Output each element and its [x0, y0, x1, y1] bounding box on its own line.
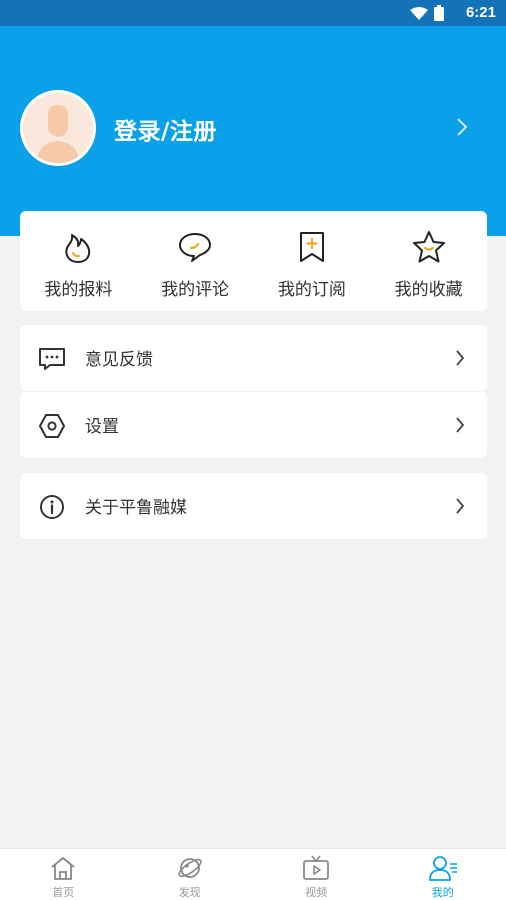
- tab-label: 视频: [305, 886, 328, 899]
- quick-actions-card: 我的报料 我的评论 我的订阅 我的收藏: [20, 211, 487, 311]
- menu-item-label: 意见反馈: [85, 350, 153, 370]
- quick-item-label: 我的报料: [44, 280, 113, 300]
- quick-item-my-comments[interactable]: 我的评论: [137, 211, 254, 311]
- wifi-icon: [410, 6, 428, 25]
- chevron-right-icon: [455, 349, 465, 371]
- chevron-right-icon: [455, 416, 465, 438]
- star-icon: [411, 229, 447, 265]
- user-icon: [428, 853, 458, 883]
- chevron-right-icon: [455, 497, 465, 519]
- tab-label: 发现: [178, 886, 201, 899]
- bottom-tab-bar: 首页 发现 视频 我的: [0, 848, 506, 900]
- tab-label: 我的: [431, 886, 454, 899]
- menu-item-label: 关于平鲁融媒: [85, 498, 187, 518]
- profile-header: 登录/注册: [0, 26, 506, 236]
- settings-card: 设置: [20, 392, 487, 458]
- tab-home[interactable]: 首页: [0, 849, 127, 900]
- battery-icon: [434, 5, 444, 25]
- chevron-right-icon[interactable]: [456, 117, 468, 141]
- tab-discover[interactable]: 发现: [127, 849, 254, 900]
- menu-item-settings[interactable]: 设置: [20, 392, 487, 458]
- message-dots-icon: [38, 345, 66, 373]
- status-bar: 6:21: [0, 0, 506, 26]
- menu-item-about[interactable]: 关于平鲁融媒: [20, 473, 487, 539]
- tab-label: 首页: [52, 886, 75, 899]
- menu-item-feedback[interactable]: 意见反馈: [20, 325, 487, 391]
- feedback-card: 意见反馈: [20, 325, 487, 391]
- quick-item-label: 我的评论: [161, 280, 230, 300]
- quick-item-my-favorites[interactable]: 我的收藏: [370, 211, 487, 311]
- info-icon: [38, 493, 66, 521]
- flame-icon: [60, 229, 96, 265]
- bookmark-plus-icon: [294, 229, 330, 265]
- tab-video[interactable]: 视频: [253, 849, 380, 900]
- quick-item-my-subscriptions[interactable]: 我的订阅: [254, 211, 371, 311]
- quick-item-label: 我的订阅: [277, 280, 346, 300]
- tv-play-icon: [301, 853, 331, 883]
- menu-item-label: 设置: [85, 417, 119, 437]
- quick-item-label: 我的收藏: [394, 280, 463, 300]
- home-icon: [48, 853, 78, 883]
- avatar[interactable]: [20, 90, 96, 166]
- system-icons: [410, 5, 444, 25]
- default-avatar-icon: [23, 93, 93, 163]
- tab-mine[interactable]: 我的: [380, 849, 506, 900]
- comment-icon: [177, 229, 213, 265]
- settings-hexagon-icon: [38, 412, 66, 440]
- status-time: 6:21: [465, 4, 496, 21]
- planet-icon: [175, 853, 205, 883]
- about-card: 关于平鲁融媒: [20, 473, 487, 539]
- login-register-link[interactable]: 登录/注册: [114, 112, 217, 146]
- quick-item-my-reports[interactable]: 我的报料: [20, 211, 137, 311]
